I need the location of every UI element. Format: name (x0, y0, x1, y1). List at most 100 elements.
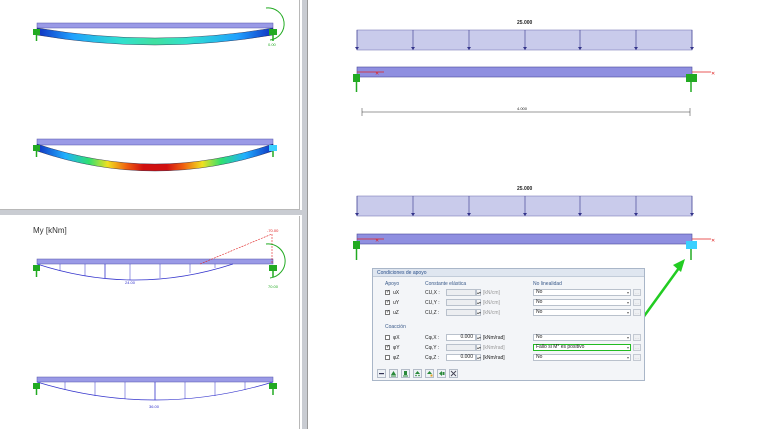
checkbox-phiz[interactable] (385, 355, 390, 360)
select-value: No (536, 354, 543, 360)
support-right-icon (686, 74, 697, 92)
support-left-icon (33, 383, 40, 395)
support-left-icon (353, 241, 360, 260)
nonlinearity-select-phix[interactable]: No ▾ (533, 334, 631, 341)
edit-button[interactable]: … (633, 309, 641, 316)
support-name: uZ (393, 310, 399, 316)
section-restraint: Coacción (385, 324, 406, 330)
constant-label: CU,X : (425, 290, 440, 296)
nonlinearity-select-ux[interactable]: No ▾ (533, 289, 631, 296)
unit-label: [kNm/rad] (483, 345, 505, 351)
moment-end-label: -70.00 (267, 228, 279, 233)
spin-button[interactable]: ▴▾ (476, 299, 481, 306)
import-support-icon[interactable] (437, 369, 446, 378)
load-value-label: 25.000 (517, 20, 533, 26)
fixed-support-icon[interactable] (401, 369, 410, 378)
svg-text:✕: ✕ (711, 238, 715, 244)
checkbox-uy[interactable]: ✓ (385, 300, 390, 305)
constant-input-ux[interactable] (446, 289, 476, 296)
support-left-icon (33, 29, 40, 41)
unit-label: [kNm/rad] (483, 355, 505, 361)
select-value: No (536, 289, 543, 295)
support-right-icon (686, 241, 697, 260)
checkbox-phiy[interactable]: ✓ (385, 345, 390, 350)
nonlinearity-select-phiz[interactable]: No ▾ (533, 354, 631, 361)
support-name: uX (393, 290, 400, 296)
edit-button[interactable]: … (633, 344, 641, 351)
column-header-nonlinearity: No linealidad (533, 281, 562, 287)
constant-input-uy[interactable] (446, 299, 476, 306)
support-name: uY (393, 300, 400, 306)
support-left-icon (33, 145, 40, 157)
chevron-down-icon: ▾ (626, 345, 629, 350)
unit-label: [kN/cm] (483, 290, 500, 296)
support-left-icon (33, 265, 40, 277)
beam-bottom: ✕ ✕ (353, 233, 715, 260)
chevron-down-icon: ▾ (626, 335, 629, 340)
checkbox-ux[interactable]: ✓ (385, 290, 390, 295)
minus-icon[interactable] (377, 369, 386, 378)
nonlinearity-select-phiy[interactable]: Fallo si M* es positivo ▾ (533, 344, 631, 351)
restraint-name: φX (393, 335, 400, 341)
unit-label: [kN/cm] (483, 300, 500, 306)
distributed-load-top: 25.000 (355, 20, 694, 51)
moment-view-panel: 24.00 -70.00 70.00 36.00 (0, 216, 300, 429)
close-icon[interactable] (449, 369, 458, 378)
unit-label: [kN/cm] (483, 310, 500, 316)
support-glyph (415, 371, 420, 377)
edit-button[interactable]: … (633, 289, 641, 296)
moment-diagram-2: 36.00 (33, 376, 277, 409)
edit-support-icon[interactable] (425, 369, 434, 378)
chevron-down-icon: ▾ (626, 290, 629, 295)
column-header-support: Apoyo (385, 281, 400, 287)
column-header-elastic-constant: Constante elástica (425, 281, 467, 287)
beam-top: ✕ ✕ 4.000 (353, 66, 715, 116)
constant-label: Cφ,Z : (425, 355, 440, 361)
checkbox-phix[interactable] (385, 335, 390, 340)
constant-input-phiy[interactable] (446, 344, 476, 351)
select-value: No (536, 334, 543, 340)
constant-input-uz[interactable] (446, 309, 476, 316)
edit-button[interactable]: … (633, 334, 641, 341)
support-moment-label: 70.00 (268, 284, 279, 289)
beam-length-label: 4.000 (517, 106, 528, 111)
sliding-support-icon[interactable] (413, 369, 422, 378)
constant-input-phiz[interactable]: 0.000 (446, 354, 476, 361)
moment-diagram-title: My [kNm] (33, 226, 67, 235)
checkbox-uz[interactable]: ✓ (385, 310, 390, 315)
spin-button[interactable]: ▴▾ (476, 344, 481, 351)
svg-text:✕: ✕ (375, 71, 379, 77)
horizontal-splitter[interactable] (0, 210, 302, 215)
svg-text:✕: ✕ (711, 71, 715, 77)
spin-button[interactable]: ▴▾ (476, 309, 481, 316)
constant-label: CU,Y : (425, 300, 440, 306)
moment-diagram-1: 24.00 -70.00 70.00 (33, 228, 286, 289)
moment-diagrams: 24.00 -70.00 70.00 36.00 (33, 228, 286, 409)
support-right-icon (269, 145, 277, 157)
minus-icon-glyph (379, 373, 384, 375)
support-right-icon (269, 265, 277, 277)
moment-peak-label: 36.00 (149, 404, 160, 409)
deformed-beam-1: 0.00 (33, 7, 285, 47)
hinged-support-icon[interactable] (389, 369, 398, 378)
chevron-down-icon: ▾ (626, 300, 629, 305)
restraint-name: φZ (393, 355, 400, 361)
spin-button[interactable]: ▴▾ (476, 354, 481, 361)
edit-button[interactable]: … (633, 354, 641, 361)
deformation-diagrams: 0.00 (33, 7, 285, 172)
support-glyph (403, 371, 408, 377)
constant-label: CU,Z : (425, 310, 440, 316)
nonlinearity-select-uy[interactable]: No ▾ (533, 299, 631, 306)
constant-label: Cφ,X : (425, 335, 440, 341)
spin-button[interactable]: ▴▾ (476, 334, 481, 341)
edit-button[interactable]: … (633, 299, 641, 306)
unit-label: [kNm/rad] (483, 335, 505, 341)
moment-peak-label: 24.00 (125, 280, 136, 285)
select-value: Fallo si M* es positivo (536, 344, 585, 350)
constant-input-phix[interactable]: 0.000 (446, 334, 476, 341)
select-value: No (536, 299, 543, 305)
nonlinearity-select-uz[interactable]: No ▾ (533, 309, 631, 316)
vertical-splitter-line (307, 0, 308, 429)
restraint-name: φY (393, 345, 400, 351)
spin-button[interactable]: ▴▾ (476, 289, 481, 296)
